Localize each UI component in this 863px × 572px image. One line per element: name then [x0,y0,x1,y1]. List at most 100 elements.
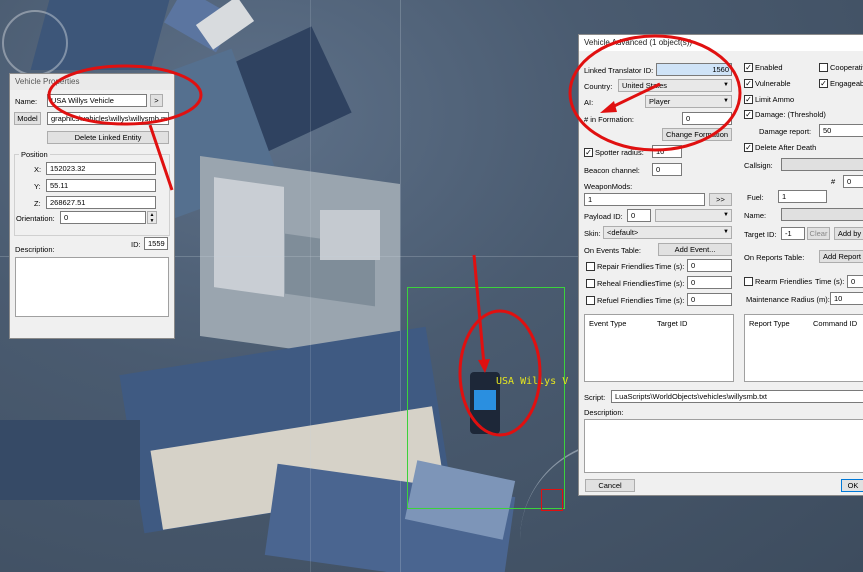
cooperative-checkbox[interactable] [819,63,828,72]
enabled-label: Enabled [755,63,783,72]
limit-ammo-label: Limit Ammo [755,95,795,104]
weapon-mods-field[interactable]: 1 [584,193,705,206]
building-roof [214,177,284,297]
reheal-time-field[interactable]: 0 [687,276,732,289]
reports-table[interactable]: Report Type Command ID [744,314,863,382]
rearm-friendlies-checkbox[interactable] [744,277,753,286]
skin-value: <default> [607,228,639,237]
spotter-radius-checkbox[interactable]: ✓ [584,148,593,157]
repair-friendlies-label: Repair Friendlies [597,262,654,271]
id-field[interactable]: 1559 [144,237,168,250]
vehicle-label: USA Willys V [496,376,569,387]
beacon-channel-field[interactable]: 0 [652,163,682,176]
add-report-button[interactable]: Add Report [819,250,863,263]
chevron-down-icon: ▼ [723,212,729,218]
ai-value: Player [649,97,671,106]
callsign-label: Callsign: [744,161,773,170]
formation-label: # in Formation: [584,115,635,124]
rearm-time-field[interactable]: 0 [847,275,863,288]
model-field[interactable]: graphics\vehicles\willys\willysmb.me [47,112,169,125]
repair-time-label: Time (s): [655,262,685,271]
damage-checkbox[interactable]: ✓ [744,110,753,119]
ai-label: AI: [584,98,594,107]
vehicle-advanced-dialog: Vehicle Advanced (1 object(s)) Linked Tr… [578,34,863,496]
add-event-button[interactable]: Add Event... [658,243,732,256]
reports-column-report-type[interactable]: Report Type [749,319,790,329]
target-id-label: Target ID: [744,230,777,239]
z-label: Z: [34,199,41,208]
y-field[interactable]: 55.11 [46,179,156,192]
events-table[interactable]: Event Type Target ID [584,314,734,382]
refuel-time-field[interactable]: 0 [687,293,732,306]
reports-column-command-id[interactable]: Command ID [813,319,857,329]
payload-select[interactable]: ▼ [655,209,732,222]
linked-translator-field[interactable]: 1560 [656,63,732,76]
description-textarea[interactable] [584,419,863,473]
country-value: United States [622,81,668,90]
description-textarea[interactable] [15,257,169,317]
target-id-field[interactable]: -1 [781,227,805,240]
building-roof [0,420,140,500]
name-label: Name: [15,97,38,106]
events-column-event-type[interactable]: Event Type [589,319,626,329]
spotter-radius-field[interactable]: 10 [652,145,682,158]
chevron-down-icon: ▼ [723,82,729,88]
rearm-friendlies-label: Rearm Friendlies [755,277,813,286]
vulnerable-checkbox[interactable]: ✓ [744,79,753,88]
vulnerable-label: Vulnerable [755,79,791,88]
repair-friendlies-checkbox[interactable] [586,262,595,271]
name-label: Name: [744,211,767,220]
hash-field[interactable]: 0 [843,175,863,188]
dialog-title: Vehicle Properties [10,74,174,90]
engageable-label: Engageable [830,79,863,88]
ok-button[interactable]: OK [841,479,863,492]
description-label: Description: [584,408,624,417]
add-by-button[interactable]: Add by [834,227,863,240]
callsign-field[interactable] [781,158,863,171]
orientation-spinner[interactable]: ▲ ▼ [147,211,157,224]
fuel-label: Fuel: [747,193,764,202]
reheal-friendlies-checkbox[interactable] [586,279,595,288]
z-field[interactable]: 268627.51 [46,196,156,209]
delete-after-death-checkbox[interactable]: ✓ [744,143,753,152]
model-button[interactable]: Model [14,112,41,125]
skin-label: Skin: [584,229,601,238]
fuel-field[interactable]: 1 [778,190,827,203]
refuel-friendlies-checkbox[interactable] [586,296,595,305]
ai-select[interactable]: Player ▼ [645,95,732,108]
beacon-channel-label: Beacon channel: [584,166,640,175]
reheal-time-label: Time (s): [655,279,685,288]
rearm-time-label: Time (s): [815,277,845,286]
x-field[interactable]: 152023.32 [46,162,156,175]
position-label: Position [19,150,50,160]
formation-field[interactable]: 0 [682,112,732,125]
events-column-target-id[interactable]: Target ID [657,319,687,329]
delete-linked-entity-button[interactable]: Delete Linked Entity [47,131,169,144]
weapon-mods-label: WeaponMods: [584,182,633,191]
engageable-checkbox[interactable]: ✓ [819,79,828,88]
name-field[interactable]: USA Willys Vehicle [47,94,147,107]
name-expand-button[interactable]: > [150,94,163,107]
damage-report-field[interactable]: 50 [819,124,863,137]
enabled-checkbox[interactable]: ✓ [744,63,753,72]
skin-select[interactable]: <default> ▼ [603,226,732,239]
reheal-friendlies-label: Reheal Friendlies [597,279,656,288]
spotter-radius-label: Spotter radius: [595,148,644,157]
refuel-time-label: Time (s): [655,296,685,305]
orientation-field[interactable]: 0 [60,211,146,224]
id-label: ID: [131,240,141,249]
name-field[interactable] [781,208,863,221]
maintenance-radius-field[interactable]: 10 [830,292,863,305]
weapon-mods-button[interactable]: >> [709,193,732,206]
payload-id-label: Payload ID: [584,212,623,221]
cancel-button[interactable]: Cancel [585,479,635,492]
y-label: Y: [34,182,41,191]
repair-time-field[interactable]: 0 [687,259,732,272]
clear-button[interactable]: Clear [807,227,830,240]
orientation-label: Orientation: [16,214,55,223]
limit-ammo-checkbox[interactable]: ✓ [744,95,753,104]
script-field[interactable]: LuaScripts\WorldObjects\vehicles\willysm… [611,390,863,403]
change-formation-button[interactable]: Change Formation [662,128,732,141]
country-select[interactable]: United States ▼ [618,79,732,92]
payload-id-field[interactable]: 0 [627,209,651,222]
